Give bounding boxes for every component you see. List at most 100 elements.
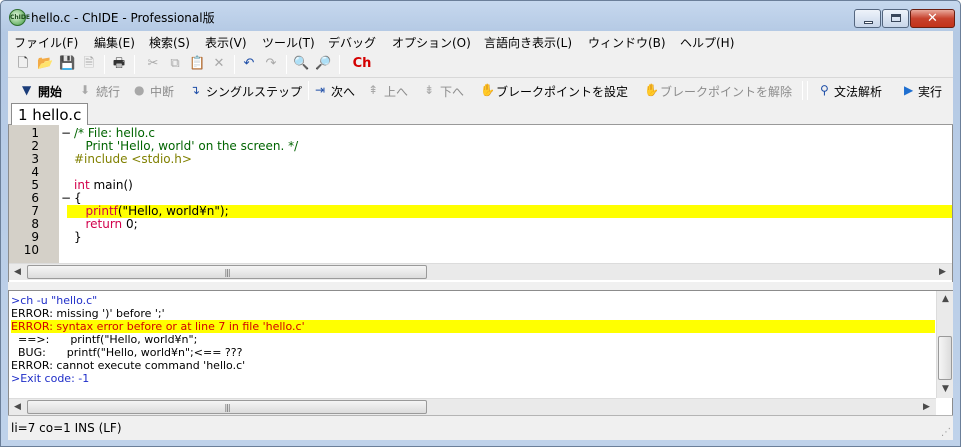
- next-button[interactable]: 次へ: [331, 83, 355, 100]
- menu-tools[interactable]: ツール(T): [262, 34, 315, 51]
- pane-splitter[interactable]: [8, 282, 953, 291]
- start-button[interactable]: 開始: [38, 83, 62, 100]
- fold-marker-icon[interactable]: −: [61, 127, 71, 140]
- scroll-thumb[interactable]: |||: [27, 265, 427, 279]
- output-line: ERROR: missing ')' before ';': [11, 307, 165, 320]
- set-breakpoint-button[interactable]: ブレークポイントを設定: [496, 83, 628, 100]
- code-line-3: #include <stdio.h>: [74, 152, 192, 166]
- minimize-button[interactable]: [854, 9, 881, 28]
- continue-button[interactable]: 続行: [96, 83, 120, 100]
- fold-marker-icon[interactable]: −: [61, 192, 71, 205]
- parse-icon: ⚲: [820, 83, 829, 97]
- new-file-icon[interactable]: 🗋: [15, 56, 31, 72]
- toolbar-separator: [339, 55, 340, 74]
- app-logo-icon: ChIDE: [9, 9, 30, 26]
- save-icon[interactable]: 💾: [59, 56, 75, 72]
- find-icon[interactable]: 🔍: [293, 56, 309, 72]
- open-folder-icon[interactable]: 📂: [37, 56, 53, 72]
- file-tab-strip: 1 hello.c: [8, 102, 953, 126]
- start-icon: ▼: [22, 83, 32, 97]
- scroll-thumb[interactable]: |||: [27, 400, 427, 414]
- maximize-button[interactable]: [882, 9, 909, 28]
- step-down-button[interactable]: 下へ: [440, 83, 464, 100]
- redo-icon[interactable]: ↷: [263, 56, 279, 72]
- menu-bar: ファイル(F) 編集(E) 検索(S) 表示(V) ツール(T) デバッグ オプ…: [8, 31, 953, 52]
- step-down-icon: ⇟: [424, 83, 435, 97]
- code-editor[interactable]: 1 2 3 4 5 6 7 8 9 10 − − /* File: hello.…: [8, 125, 953, 282]
- keyword-int: int: [74, 178, 90, 192]
- status-bar: li=7 co=1 INS (LF) ⋰: [8, 415, 953, 440]
- run-icon: ▶: [904, 83, 914, 97]
- pause-button[interactable]: 中断: [150, 83, 174, 100]
- output-line: BUG: printf("Hello, world¥n";<== ???: [11, 346, 243, 359]
- tab-hello-c[interactable]: 1 hello.c: [11, 103, 88, 126]
- cut-icon[interactable]: ✂: [145, 56, 161, 72]
- print-icon[interactable]: 🖶: [111, 56, 127, 72]
- step-up-button[interactable]: 上へ: [384, 83, 408, 100]
- delete-icon[interactable]: ✕: [211, 56, 227, 72]
- menu-window[interactable]: ウィンドウ(B): [588, 34, 666, 51]
- status-text: li=7 co=1 INS (LF): [11, 421, 122, 435]
- editor-horizontal-scrollbar[interactable]: ◀ ||| ▶: [9, 263, 952, 280]
- ch-shell-icon[interactable]: Ch: [351, 56, 373, 72]
- menu-edit[interactable]: 編集(E): [94, 34, 135, 51]
- scroll-down-icon[interactable]: ▼: [937, 381, 954, 398]
- close-button[interactable]: ✕: [910, 9, 955, 28]
- copy-icon[interactable]: ⧉: [167, 56, 183, 72]
- app-logo-text: ChIDE: [10, 14, 30, 21]
- code-line-9: }: [74, 230, 82, 244]
- toolbar-separator: [807, 81, 808, 100]
- minimize-icon: [864, 21, 873, 24]
- output-pane[interactable]: >ch -u "hello.c" ERROR: missing ')' befo…: [8, 291, 953, 415]
- scroll-up-icon[interactable]: ▲: [937, 291, 954, 308]
- menu-file[interactable]: ファイル(F): [14, 34, 78, 51]
- pause-icon: ●: [134, 83, 145, 97]
- set-breakpoint-icon: ✋: [480, 83, 495, 97]
- tab-label: 1 hello.c: [18, 106, 82, 124]
- code-line-5: int main(): [74, 179, 952, 192]
- single-step-button[interactable]: シングルステップ: [206, 83, 302, 100]
- keyword-printf: printf: [85, 204, 118, 218]
- undo-icon[interactable]: ↶: [241, 56, 257, 72]
- line-number-gutter: 1 2 3 4 5 6 7 8 9 10: [9, 125, 59, 263]
- keyword-return: return: [85, 217, 123, 231]
- output-horizontal-scrollbar[interactable]: ◀ ||| ▶: [9, 398, 936, 415]
- toolbar-separator: [802, 81, 803, 100]
- line-number: 10: [23, 243, 39, 257]
- toolbar-separator: [134, 55, 135, 74]
- app-window: ChIDE hello.c - ChIDE - Professional版 ✕ …: [0, 0, 961, 447]
- run-button[interactable]: 実行: [918, 83, 942, 100]
- scroll-right-icon[interactable]: ▶: [934, 264, 951, 281]
- grip-icon: |||: [224, 403, 230, 412]
- code-line-7-highlighted: printf("Hello, world¥n");: [67, 205, 952, 218]
- scroll-right-icon[interactable]: ▶: [918, 399, 935, 416]
- parse-button[interactable]: 文法解析: [834, 83, 882, 100]
- menu-options[interactable]: オプション(O): [392, 34, 471, 51]
- toolbar-separator: [286, 55, 287, 74]
- scroll-left-icon[interactable]: ◀: [9, 264, 26, 281]
- step-up-icon: ⇞: [368, 83, 379, 97]
- find-replace-icon[interactable]: 🔎: [315, 56, 331, 72]
- output-line: ==>: printf("Hello, world¥n";: [11, 333, 198, 346]
- output-line-error-highlighted[interactable]: ERROR: syntax error before or at line 7 …: [11, 320, 935, 333]
- next-icon: ⇥: [315, 83, 326, 97]
- code-line-2: Print 'Hello, world' on the screen. */: [74, 139, 299, 153]
- toolbar-separator: [234, 55, 235, 74]
- menu-view[interactable]: 表示(V): [205, 34, 247, 51]
- clear-breakpoint-button[interactable]: ブレークポイントを解除: [660, 83, 792, 100]
- output-line: ERROR: cannot execute command 'hello.c': [11, 359, 246, 372]
- menu-help[interactable]: ヘルプ(H): [680, 34, 734, 51]
- output-vertical-scrollbar[interactable]: ▲ ▼: [936, 291, 953, 398]
- scroll-thumb[interactable]: [938, 336, 952, 380]
- close-file-icon[interactable]: 🗎: [81, 56, 97, 72]
- scroll-left-icon[interactable]: ◀: [9, 399, 26, 416]
- menu-language-display[interactable]: 言語向き表示(L): [484, 34, 572, 51]
- resize-grip-icon[interactable]: ⋰: [941, 427, 951, 438]
- menu-debug[interactable]: デバッグ: [328, 34, 376, 51]
- code-printf-args: ("Hello, world¥n");: [117, 204, 229, 218]
- paste-icon[interactable]: 📋: [189, 56, 205, 72]
- menu-search[interactable]: 検索(S): [149, 34, 190, 51]
- title-bar[interactable]: ChIDE hello.c - ChIDE - Professional版 ✕: [1, 1, 960, 31]
- maximize-icon: [891, 14, 901, 22]
- toolbar-separator: [104, 55, 105, 74]
